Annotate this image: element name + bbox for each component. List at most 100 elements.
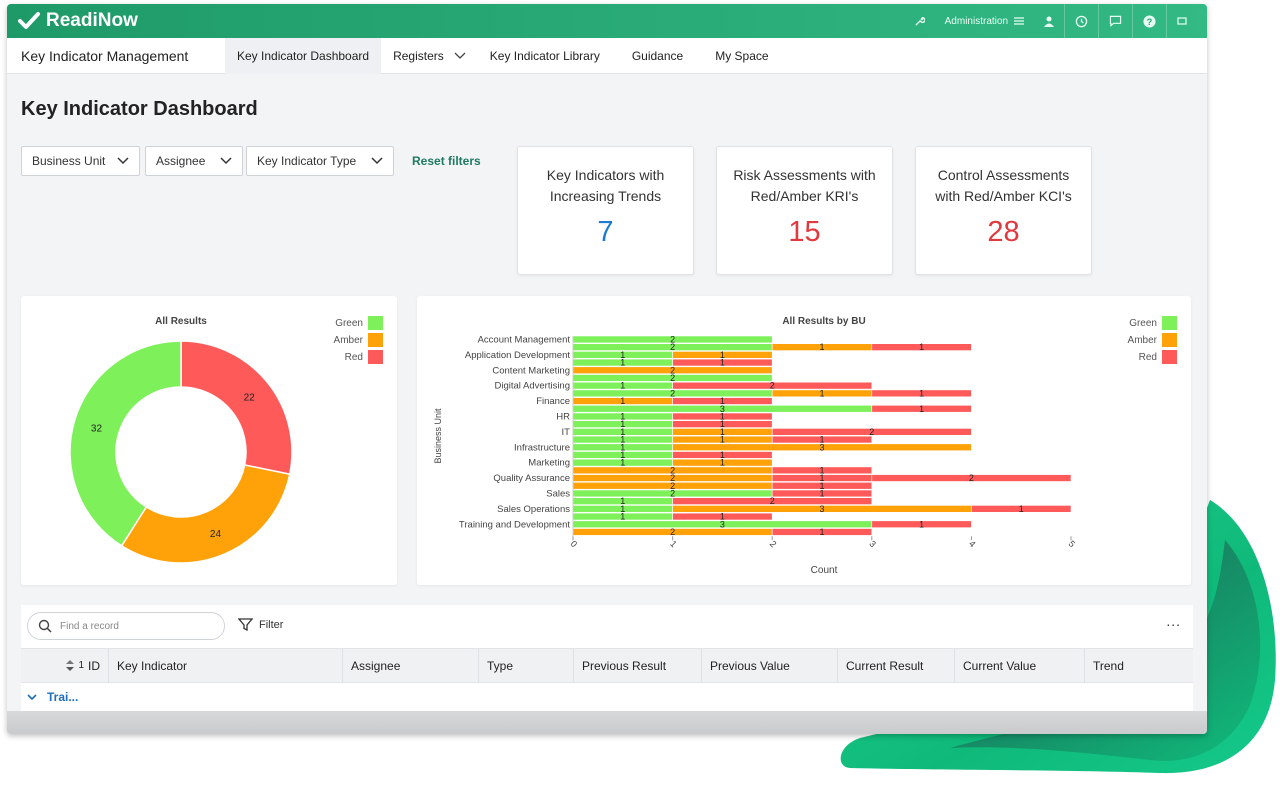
chart-title: All Results by BU (782, 316, 865, 327)
brand-logo[interactable]: ReadiNow (17, 9, 138, 33)
search-icon (38, 619, 52, 633)
help-icon[interactable]: ? (1132, 4, 1166, 38)
column-label: Key Indicator (117, 658, 188, 673)
chevron-down-icon (371, 157, 383, 165)
fullscreen-icon[interactable] (1166, 4, 1197, 38)
bar-value-label: 3 (819, 442, 824, 452)
window-bottom-edge (7, 711, 1207, 734)
bar-value-label: 1 (620, 396, 625, 406)
column-trend[interactable]: Trend (1085, 649, 1193, 682)
legend-label: Amber (1128, 335, 1158, 346)
y-axis-label: Business Unit (433, 408, 443, 464)
assignee-filter[interactable]: Assignee (145, 146, 243, 176)
chat-icon[interactable] (1098, 4, 1132, 38)
donut-slice-red[interactable] (180, 340, 293, 476)
search-input[interactable]: Find a record (27, 612, 225, 640)
slice-value-label: 32 (91, 424, 103, 435)
group-label: Trai... (47, 690, 79, 704)
legend-swatch-amber (1162, 333, 1177, 347)
bu-label: Account Management (478, 335, 571, 346)
kpi-label: Key Indicators with Increasing Trends (546, 167, 665, 204)
history-icon[interactable] (1064, 4, 1098, 38)
bar-value-label: 1 (720, 358, 725, 368)
bar-value-label: 1 (819, 527, 824, 537)
x-tick-label: 5 (1067, 539, 1078, 550)
kpi-value: 15 (788, 216, 821, 248)
bar-value-label: 1 (919, 404, 924, 414)
kpi-value: 7 (597, 216, 614, 248)
kpi-increasing-trends[interactable]: Key Indicators with Increasing Trends 7 (517, 146, 694, 275)
x-tick-label: 1 (668, 539, 679, 550)
bar-value-label: 1 (1019, 504, 1024, 514)
column-label: Previous Result (582, 658, 667, 673)
column-previous-result[interactable]: Previous Result (574, 649, 702, 682)
wrench-icon[interactable] (904, 4, 935, 38)
app-window: ReadiNow Administration ? Key Indicator … (7, 4, 1207, 734)
reset-filters-link[interactable]: Reset filters (412, 154, 481, 168)
table-header: 1 ID Key Indicator Assignee Type Previou… (21, 648, 1193, 683)
column-label: Assignee (351, 658, 401, 673)
tab-registers[interactable]: Registers (381, 38, 478, 74)
column-label: Current Value (963, 658, 1037, 673)
column-key-indicator[interactable]: Key Indicator (109, 649, 343, 682)
column-label: Previous Value (710, 658, 790, 673)
column-label: Current Result (846, 658, 924, 673)
bar-value-label: 1 (919, 388, 924, 398)
bu-label: Finance (536, 396, 570, 407)
all-results-by-bu-card: All Results by BU Count Business Unit Ac… (417, 296, 1191, 585)
bar-value-label: 1 (819, 489, 824, 499)
kpi-value: 28 (987, 216, 1020, 248)
legend-swatch-amber (368, 333, 383, 347)
group-row-toggle[interactable]: Trai... (21, 685, 78, 709)
chevron-down-icon (454, 52, 466, 59)
x-tick-label: 4 (967, 539, 978, 550)
bar-value-label: 2 (770, 496, 775, 506)
tab-key-indicator-dashboard[interactable]: Key Indicator Dashboard (225, 37, 382, 74)
column-current-value[interactable]: Current Value (955, 649, 1085, 682)
tab-key-indicator-library[interactable]: Key Indicator Library (478, 38, 612, 74)
bar-value-label: 2 (670, 373, 675, 383)
x-tick-label: 3 (867, 539, 878, 550)
checkmark-logo-icon (18, 12, 40, 29)
bu-label: Sales Operations (497, 504, 570, 515)
slice-value-label: 22 (244, 392, 256, 403)
column-current-result[interactable]: Current Result (838, 649, 955, 682)
filter-label: Assignee (156, 154, 206, 168)
legend-swatch-green (1162, 316, 1177, 330)
bu-label: Content Marketing (492, 365, 570, 376)
bar-value-label: 2 (670, 489, 675, 499)
bar-value-label: 1 (620, 381, 625, 391)
donut-slice-amber[interactable] (120, 464, 291, 564)
kpi-risk-assessments[interactable]: Risk Assessments with Red/Amber KRI's 15 (716, 146, 893, 275)
filter-label: Key Indicator Type (257, 154, 357, 168)
column-assignee[interactable]: Assignee (343, 649, 479, 682)
column-label: Type (487, 658, 514, 673)
kpi-label: Control Assessments with Red/Amber KCI's (935, 167, 1072, 204)
column-type[interactable]: Type (479, 649, 574, 682)
svg-text:?: ? (1147, 16, 1153, 26)
bar-value-label: 3 (819, 504, 824, 514)
app-title: Key Indicator Management (21, 47, 189, 64)
filter-button[interactable]: Filter (238, 618, 283, 631)
tab-label: Key Indicator Library (489, 48, 600, 63)
user-icon[interactable] (1034, 4, 1064, 38)
bar-value-label: 2 (670, 388, 675, 398)
slice-value-label: 24 (210, 529, 222, 540)
administration-menu[interactable]: Administration (935, 4, 1034, 38)
key-indicator-table: Find a record Filter ... 1 ID Key Indica… (21, 605, 1193, 725)
tab-guidance[interactable]: Guidance (612, 38, 703, 74)
tab-my-space[interactable]: My Space (703, 38, 780, 74)
bar-value-label: 1 (819, 388, 824, 398)
more-options-button[interactable]: ... (1166, 613, 1181, 629)
bu-label: Digital Advertising (494, 381, 570, 392)
bu-label: HR (556, 412, 570, 423)
key-indicator-type-filter[interactable]: Key Indicator Type (246, 146, 394, 176)
bar-value-label: 1 (720, 458, 725, 468)
legend-label: Red (345, 352, 363, 363)
all-results-donut-chart: All Results 22 24 32 Green Amber Red (69, 316, 383, 564)
column-previous-value[interactable]: Previous Value (702, 649, 838, 682)
kpi-control-assessments[interactable]: Control Assessments with Red/Amber KCI's… (915, 146, 1092, 275)
column-id[interactable]: 1 ID (21, 649, 109, 682)
business-unit-filter[interactable]: Business Unit (21, 146, 140, 176)
sort-order: 1 (78, 660, 84, 671)
